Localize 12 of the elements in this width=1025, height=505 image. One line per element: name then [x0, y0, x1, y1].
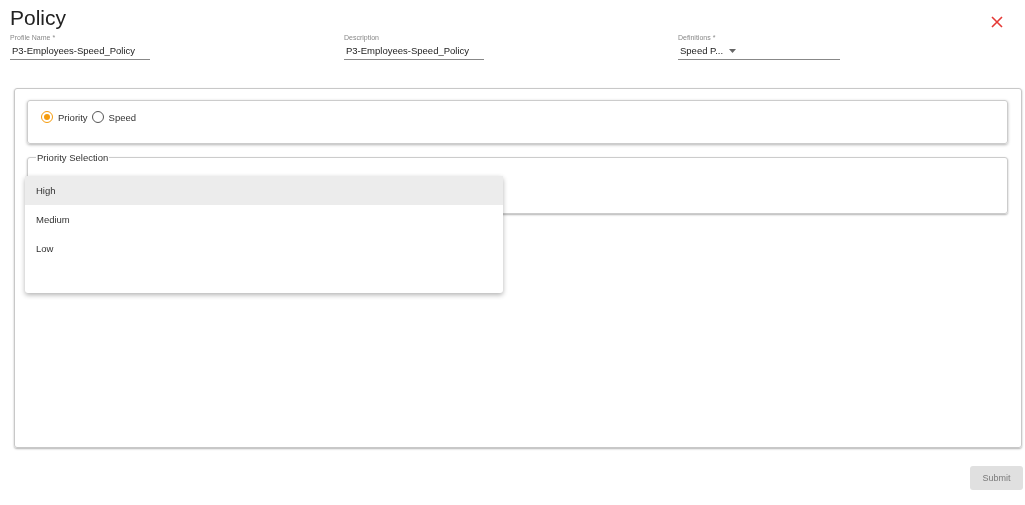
caret-icon — [729, 48, 737, 53]
menu-item[interactable]: High — [25, 176, 503, 205]
menu-item[interactable]: Medium — [25, 205, 503, 234]
menu-item[interactable]: Low — [25, 234, 503, 263]
input-field[interactable]: P3-Employees-Speed_Policy — [10, 41, 150, 60]
radio-option[interactable]: Speed — [91, 111, 137, 123]
close-icon[interactable] — [989, 14, 1005, 30]
input-field[interactable]: P3-Employees-Speed_Policy — [344, 41, 484, 60]
radio-option[interactable]: Priority — [41, 111, 88, 123]
group-legend: Priority Selection — [36, 152, 110, 163]
page-title: Policy — [10, 6, 67, 30]
select-field[interactable]: Speed P... — [678, 41, 840, 60]
